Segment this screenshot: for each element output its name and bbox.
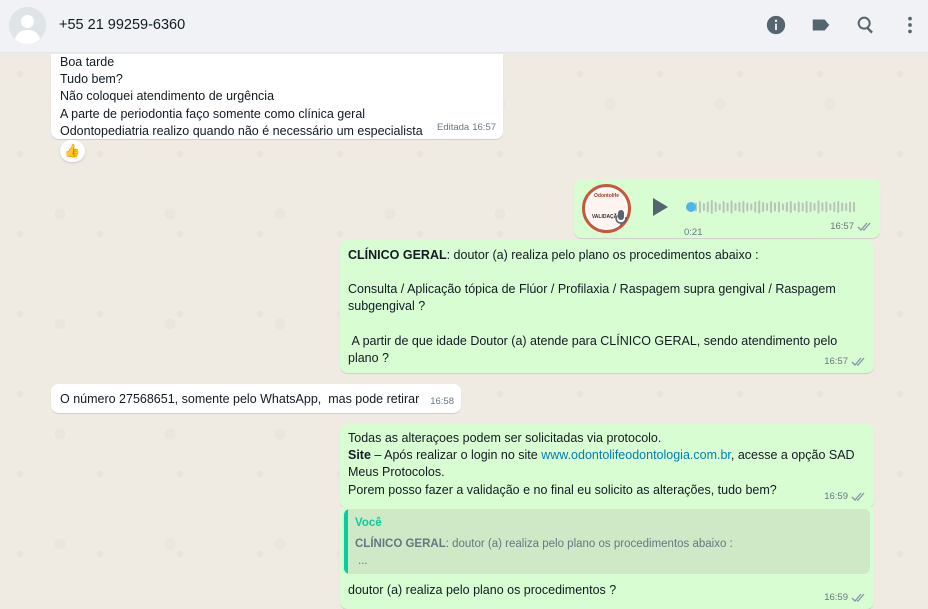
waveform-bar	[793, 203, 796, 211]
message-line: Odontopediatria realizo quando não é nec…	[60, 123, 423, 138]
waveform-bar	[714, 202, 717, 212]
waveform-bar	[825, 201, 828, 213]
message-text: A partir de que idade Doutor (a) atende …	[348, 333, 841, 365]
avatar-brand-text: Odontolife	[594, 193, 619, 200]
message-title: CLÍNICO GERAL	[348, 248, 447, 262]
voice-duration: 0:21	[684, 227, 703, 238]
waveform-bar	[722, 201, 725, 213]
message-meta: 16:59	[824, 589, 867, 606]
message-text: doutor (a) realiza pelo plano os procedi…	[348, 583, 617, 597]
message-line: Boa tarde	[60, 55, 115, 69]
waveform-bar	[754, 201, 757, 213]
audio-waveform[interactable]	[685, 197, 857, 217]
message-time: 16:57	[830, 220, 854, 232]
message-time: 16:58	[430, 395, 454, 407]
waveform-bar	[774, 202, 776, 212]
quote-title: CLÍNICO GERAL	[355, 538, 446, 550]
waveform-bar	[797, 201, 800, 213]
waveform-bar	[706, 201, 709, 213]
quote-bar	[344, 509, 348, 574]
playback-position-dot[interactable]	[686, 202, 696, 212]
waveform-bar	[801, 202, 804, 212]
microphone-icon	[615, 210, 627, 226]
waveform-bar	[734, 203, 737, 211]
message-meta: Editada 16:57	[437, 119, 496, 136]
waveform-bar	[766, 203, 769, 211]
message-time: 16:57	[472, 121, 496, 133]
waveform-bar	[849, 201, 852, 213]
outgoing-message[interactable]: CLÍNICO GERAL: doutor (a) realiza pelo p…	[340, 240, 874, 373]
waveform-bar	[829, 203, 832, 211]
waveform-bar	[726, 202, 729, 212]
message-time: 16:59	[824, 591, 848, 603]
waveform-bar	[730, 200, 733, 214]
waveform-bar	[742, 201, 745, 213]
message-line: Tudo bem?	[60, 72, 123, 87]
quote-body: : doutor (a) realiza pelo plano os proce…	[445, 538, 733, 550]
double-check-icon	[851, 356, 867, 367]
outgoing-reply-message[interactable]: Você CLÍNICO GERAL: doutor (a) realiza p…	[340, 505, 874, 609]
waveform-bar	[710, 200, 713, 214]
quote-author: Você	[355, 517, 382, 529]
quote-text: CLÍNICO GERAL: doutor (a) realiza pelo p…	[355, 536, 733, 570]
waveform-bar	[750, 203, 753, 211]
waveform-bar	[813, 203, 816, 211]
message-text: : doutor (a) realiza pelo plano os proce…	[446, 248, 759, 262]
message-time: 16:57	[824, 355, 848, 367]
waveform-bar	[821, 202, 824, 212]
waveform-bar	[785, 202, 788, 212]
contact-avatar[interactable]	[9, 7, 46, 44]
waveform-bar	[841, 202, 844, 212]
waveform-bar	[837, 201, 840, 213]
play-icon[interactable]	[647, 195, 671, 219]
waveform-bar	[738, 202, 741, 212]
menu-icon[interactable]	[899, 14, 921, 36]
waveform-bar	[805, 201, 808, 213]
waveform-bar	[789, 201, 792, 213]
edited-label: Editada	[436, 121, 470, 133]
reaction-badge[interactable]: 👍	[60, 140, 85, 162]
contact-name[interactable]: +55 21 99259-6360	[59, 17, 185, 33]
message-meta: 16:57	[830, 218, 873, 235]
label-icon[interactable]	[810, 14, 832, 36]
message-line: Não coloquei atendimento de urgência	[60, 89, 275, 104]
chat-header: +55 21 99259-6360	[0, 0, 928, 53]
double-check-icon	[857, 221, 873, 232]
waveform-bar	[777, 201, 780, 213]
waveform-bar	[853, 202, 856, 212]
waveform-bar	[718, 203, 721, 211]
search-icon[interactable]	[855, 14, 877, 36]
default-avatar-icon	[9, 7, 46, 44]
waveform-bar	[833, 202, 836, 212]
message-text: O número 27568651, somente pelo WhatsApp…	[60, 392, 420, 406]
voice-message[interactable]: Odontolife VALIDAÇÃO 0:21 16:57	[574, 179, 880, 238]
quote-more: ...	[358, 555, 368, 567]
info-icon[interactable]	[765, 14, 787, 36]
incoming-message[interactable]: O número 27568651, somente pelo WhatsApp…	[51, 384, 461, 413]
double-check-icon	[851, 592, 867, 603]
incoming-message[interactable]: Boa tarde Tudo bem? Não coloquei atendim…	[51, 54, 503, 139]
message-line: A parte de periodontia faço somente como…	[60, 106, 366, 121]
waveform-bar	[817, 200, 820, 214]
waveform-bar	[781, 203, 784, 211]
message-meta: 16:58	[430, 393, 454, 410]
chat-area[interactable]: Boa tarde Tudo bem? Não coloquei atendim…	[0, 54, 928, 609]
waveform-bar	[746, 202, 749, 212]
quoted-message[interactable]: Você CLÍNICO GERAL: doutor (a) realiza p…	[344, 509, 870, 574]
waveform-bar	[702, 203, 705, 211]
waveform-bar	[762, 202, 765, 212]
waveform-bar	[698, 201, 701, 213]
waveform-bar	[758, 200, 761, 214]
waveform-bar	[845, 203, 848, 211]
waveform-bar	[770, 201, 773, 213]
waveform-bar	[809, 202, 812, 212]
message-text: Consulta / Aplicação tópica de Flúor / P…	[348, 282, 836, 314]
message-meta: 16:57	[824, 353, 867, 370]
